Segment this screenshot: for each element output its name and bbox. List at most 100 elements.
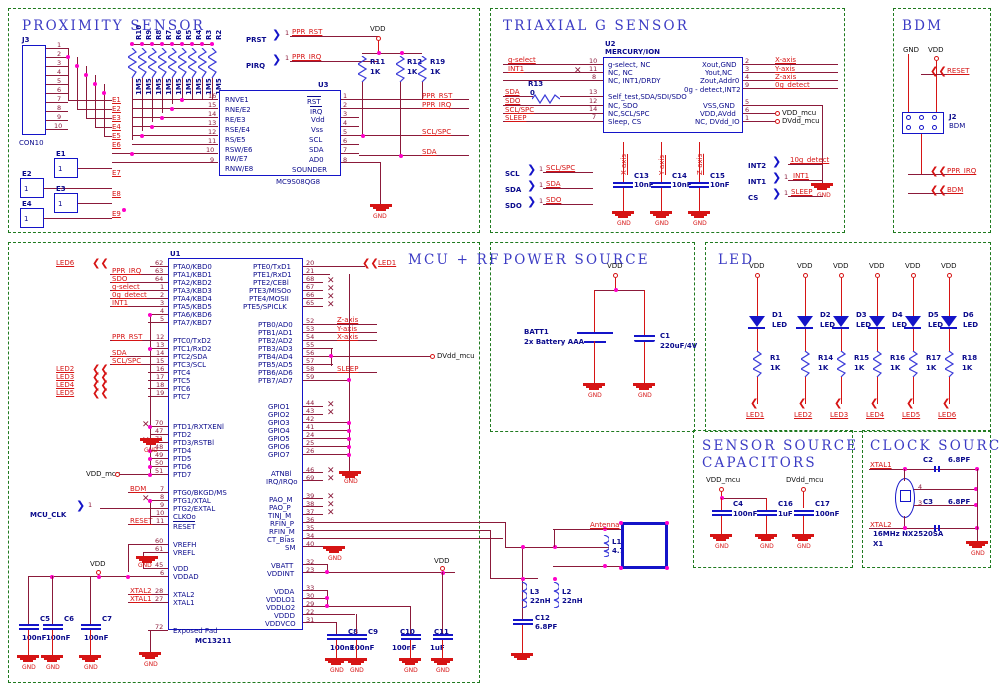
sda-port-symbol[interactable]: ❯ bbox=[527, 179, 536, 192]
vdd-mcu-label-tri: VDD_mcu bbox=[782, 109, 817, 117]
u1-pin-pta1: PTA1/KBD1 bbox=[173, 271, 212, 279]
reset-port-symbol-bdm[interactable]: ❮❮ bbox=[930, 66, 947, 77]
gnd-symbol-mcu-left bbox=[140, 438, 162, 447]
cap-c14-net: Y-axis bbox=[658, 155, 666, 175]
sensorcaps-dvdd-mcu-label: DVdd_mcu bbox=[786, 476, 824, 484]
resistor-r14-ref: R14 bbox=[818, 354, 834, 362]
u1-pin-ptd6: PTD6 bbox=[173, 463, 192, 471]
u3-pin-rst: RST bbox=[307, 96, 321, 106]
j3-pin-4: 4 bbox=[57, 68, 62, 76]
u3-pin-scl: SCL bbox=[309, 136, 323, 144]
gnd-symbol-c15 bbox=[688, 211, 710, 220]
led6-port-symbol[interactable]: ❮❮ bbox=[92, 258, 109, 269]
cap-c16-ref: C16 bbox=[778, 500, 793, 508]
resistor-r13-value: 0 bbox=[530, 89, 535, 97]
j3-pin-3: 3 bbox=[57, 59, 62, 67]
j2-pin-5[interactable] bbox=[932, 115, 937, 120]
u1-pin-vrefh: VREFH bbox=[173, 541, 197, 549]
cap-c1-value: 220uF/4V bbox=[660, 342, 698, 350]
u1-pin-ptd1: PTD1/RXTXENl bbox=[173, 423, 224, 431]
u2-pin-ncsdo: NC, SDO bbox=[608, 102, 638, 110]
j2-pin-4[interactable] bbox=[919, 125, 924, 130]
cs-port-symbol[interactable]: ❯ bbox=[772, 187, 781, 200]
led1-port-symbol[interactable]: ❮❮ bbox=[362, 258, 379, 269]
led3-net-port[interactable]: ❮ bbox=[834, 398, 842, 409]
gnd-label-exposedpad: GND bbox=[144, 661, 158, 668]
resistor-r17-value: 1K bbox=[926, 364, 937, 372]
led-d6-ref: D6 bbox=[963, 311, 974, 319]
prst-port-symbol[interactable]: ❯ bbox=[272, 28, 281, 41]
gnd-label-mcu-left: GND bbox=[144, 447, 158, 454]
gnd-symbol-c16 bbox=[755, 534, 777, 543]
net-sda-u1: SDA bbox=[112, 349, 127, 357]
net-e9: E9 bbox=[112, 210, 121, 218]
u3-pin-re-e3: RE/E3 bbox=[225, 116, 246, 124]
cap-c9-value: 100nF bbox=[350, 644, 375, 652]
u3-pin-rs-e5: RS/E5 bbox=[225, 136, 246, 144]
pirq-port-label: PIRQ bbox=[246, 62, 266, 70]
sdo-port-symbol[interactable]: ❯ bbox=[527, 195, 536, 208]
j2-pin-6[interactable] bbox=[932, 125, 937, 130]
led6-net-port[interactable]: ❮ bbox=[942, 398, 950, 409]
net-scl-spc-right: SCL/SPC bbox=[422, 128, 452, 136]
led-vdd-label-1: VDD bbox=[749, 262, 765, 270]
e4-pin: 1 bbox=[24, 215, 29, 223]
gnd-symbol-c8 bbox=[325, 658, 347, 667]
u3-pinnum-11: 11 bbox=[208, 137, 217, 145]
u2-pinnum-13: 13 bbox=[589, 88, 598, 96]
resistor-r11 bbox=[358, 56, 367, 82]
block-title-sensorcaps-line2: CAPACITORS bbox=[702, 455, 817, 471]
ppr-irq-port-symbol-bdm[interactable]: ❮❮ bbox=[930, 166, 947, 177]
u3-part: MC9S08QG8 bbox=[276, 178, 321, 186]
u1-pin-ptd2: PTD2 bbox=[173, 431, 192, 439]
gnd-label-vrefl: GND bbox=[138, 562, 152, 569]
j2-pin-1[interactable] bbox=[906, 115, 911, 120]
u1-pin-gpio7: GPIO7 bbox=[268, 451, 290, 459]
led4-net-port[interactable]: ❮ bbox=[870, 398, 878, 409]
led-vdd-label-6: VDD bbox=[941, 262, 957, 270]
u1-pin-ptg0: PTG0/BKGD/MS bbox=[173, 489, 227, 497]
pirq-port-symbol[interactable]: ❯ bbox=[272, 53, 281, 66]
u1-pin-ptb2: PTB2/AD2 bbox=[258, 337, 293, 345]
led1-net-port[interactable]: ❮ bbox=[750, 398, 758, 409]
block-title-sensorcaps-line1: SENSOR SOURCE bbox=[702, 438, 859, 454]
u3-pinnum-14: 14 bbox=[208, 110, 217, 118]
block-title-power: POWER SOURCE bbox=[503, 252, 650, 268]
int2-port-symbol[interactable]: ❯ bbox=[772, 155, 781, 168]
u1-pin-ptd3: PTD3/RSTBl bbox=[173, 439, 215, 447]
j3-connector-body bbox=[22, 45, 46, 135]
net-xtal1-u1: XTAL1 bbox=[130, 595, 152, 603]
u1-pin-vdd: VDD bbox=[173, 565, 189, 573]
cap-c9-ref: C9 bbox=[368, 628, 379, 636]
mcu-vdd-label: VDD bbox=[90, 560, 106, 568]
u1-pin-pte4: PTE4/MOSII bbox=[249, 295, 289, 303]
u1-pin-pao-m: PAO_M bbox=[269, 496, 293, 504]
gnd-label-clock: GND bbox=[971, 550, 985, 557]
cap-c4-ref: C4 bbox=[733, 500, 744, 508]
led5-port-symbol[interactable]: ❮❮ bbox=[92, 388, 109, 399]
j2-pin-2[interactable] bbox=[906, 125, 911, 130]
u1-pin-ptc5: PTC5 bbox=[173, 377, 191, 385]
u1-pin-sm: SM bbox=[285, 544, 296, 552]
net-xtal2-u1: XTAL2 bbox=[130, 587, 152, 595]
cap-c3-value: 6.8PF bbox=[948, 498, 971, 506]
u1-pin-ptc6: PTC6 bbox=[173, 385, 191, 393]
net-0g-detect: 0g_detect bbox=[775, 81, 810, 89]
u1-pin-pte0: PTE0/TxD1 bbox=[253, 263, 291, 271]
net-x-axis: X-axis bbox=[775, 56, 796, 64]
resistor-r15-value: 1K bbox=[854, 364, 865, 372]
mcu-clk-port-symbol[interactable]: ❯ bbox=[76, 499, 85, 512]
j2-pin-3[interactable] bbox=[919, 115, 924, 120]
scl-port-symbol[interactable]: ❯ bbox=[527, 163, 536, 176]
bdm-port-symbol[interactable]: ❮❮ bbox=[930, 185, 947, 196]
u2-pin-int1drdy: NC, INT1/DRDY bbox=[608, 77, 661, 85]
cap-c16-value: 1uF bbox=[778, 510, 793, 518]
dvdd-mcu-label-tri: DVdd_mcu bbox=[782, 117, 820, 125]
led5-net-port[interactable]: ❮ bbox=[906, 398, 914, 409]
vdd-mcu-terminal-u1 bbox=[115, 472, 120, 477]
e1-pin: 1 bbox=[58, 165, 63, 173]
gnd-symbol-c6 bbox=[41, 655, 63, 664]
int1-port-symbol[interactable]: ❯ bbox=[772, 171, 781, 184]
led2-net-port[interactable]: ❮ bbox=[798, 398, 806, 409]
u3-pin-rsw-e6: RSW/E6 bbox=[225, 146, 253, 154]
